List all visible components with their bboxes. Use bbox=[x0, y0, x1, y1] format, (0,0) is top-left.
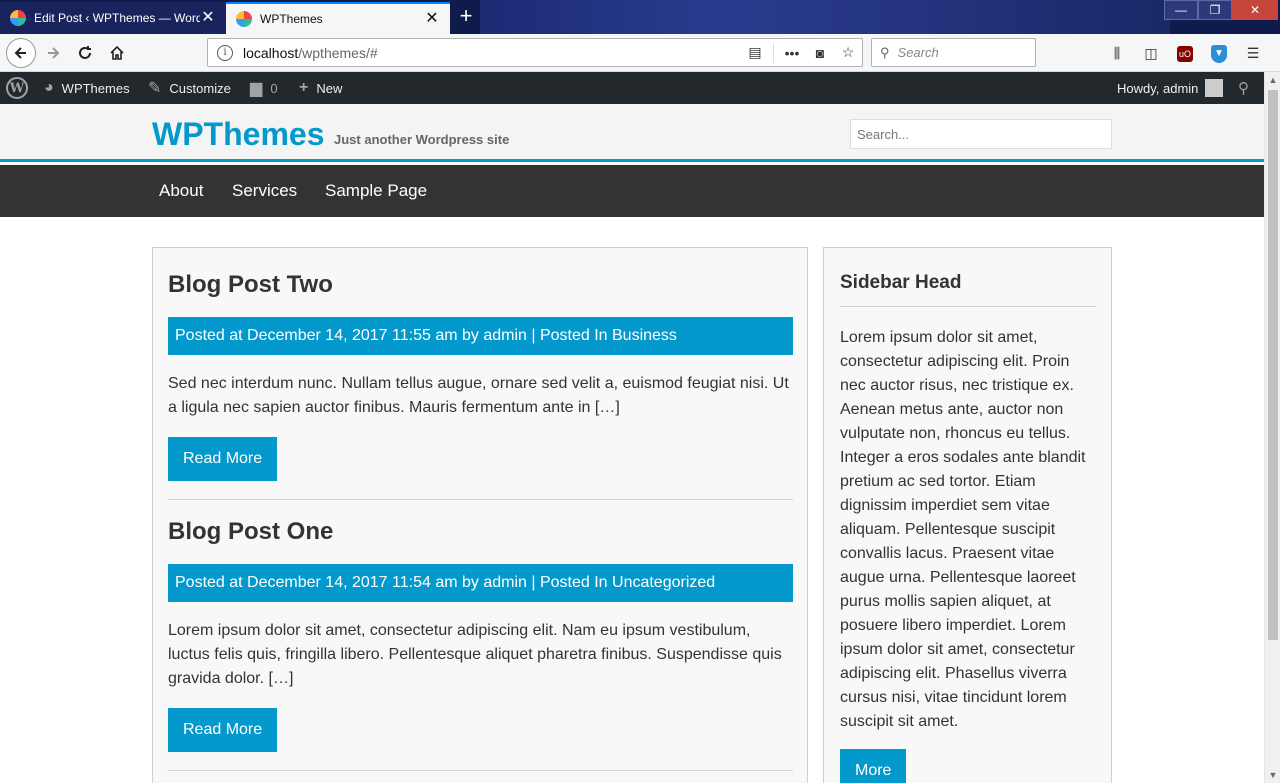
url-path: /wpthemes/# bbox=[298, 44, 378, 61]
admin-new-label: New bbox=[316, 80, 343, 96]
sidebar-toggle-icon[interactable]: ◫ bbox=[1134, 45, 1168, 62]
site-title[interactable]: WPThemes bbox=[152, 116, 324, 153]
post-meta: Posted at December 14, 2017 11:54 am by … bbox=[168, 564, 793, 602]
reload-button[interactable] bbox=[70, 38, 100, 68]
tab-wpthemes[interactable]: WPThemes ✕ bbox=[226, 2, 450, 34]
forward-arrow-icon bbox=[48, 47, 60, 59]
admin-customize-label: Customize bbox=[169, 80, 231, 96]
menu-icon[interactable]: ☰ bbox=[1236, 45, 1270, 62]
admin-search-icon[interactable]: ⚲ bbox=[1238, 72, 1249, 104]
post-card: Blog Post Two Posted at December 14, 201… bbox=[168, 270, 793, 481]
close-tab-icon[interactable]: ✕ bbox=[200, 10, 216, 26]
sidebar: Sidebar Head Lorem ipsum dolor sit amet,… bbox=[823, 247, 1112, 783]
site-favicon-icon bbox=[236, 11, 252, 27]
sidebar-text: Lorem ipsum dolor sit amet, consectetur … bbox=[840, 329, 1086, 730]
admin-site-name[interactable]: ◕ WPThemes bbox=[44, 72, 130, 104]
nav-item-sample-page[interactable]: Sample Page bbox=[325, 165, 427, 217]
sidebar-heading: Sidebar Head bbox=[840, 272, 962, 293]
forward-button[interactable] bbox=[38, 38, 68, 68]
site-header: WPThemes Just another Wordpress site bbox=[0, 104, 1264, 162]
nav-item-about[interactable]: About bbox=[159, 165, 203, 217]
back-button[interactable] bbox=[6, 38, 36, 68]
post-excerpt: Lorem ipsum dolor sit amet, consectetur … bbox=[168, 622, 782, 687]
post-meta: Posted at December 14, 2017 11:55 am by … bbox=[168, 317, 793, 355]
site-favicon-icon bbox=[10, 10, 26, 26]
reload-icon bbox=[79, 46, 91, 59]
site-search-input[interactable] bbox=[850, 119, 1112, 149]
comment-icon: ▆ bbox=[250, 80, 263, 97]
read-more-button[interactable]: Read More bbox=[168, 437, 278, 481]
scrollbar-thumb[interactable] bbox=[1268, 90, 1278, 640]
new-tab-button[interactable]: + bbox=[452, 4, 480, 30]
tab-edit-post[interactable]: Edit Post ‹ WPThemes — Word ✕ bbox=[0, 2, 226, 34]
back-arrow-icon bbox=[14, 47, 26, 59]
admin-new[interactable]: + New bbox=[299, 72, 342, 104]
brush-icon: ✎ bbox=[148, 80, 162, 97]
howdy-label: Howdy, admin bbox=[1117, 80, 1199, 96]
maximize-button[interactable]: ❐ bbox=[1198, 0, 1232, 20]
comments-count: 0 bbox=[270, 80, 278, 96]
browser-search-bar[interactable]: ⚲ Search bbox=[871, 38, 1036, 67]
post-title[interactable]: Blog Post One bbox=[168, 517, 793, 547]
scroll-up-icon[interactable]: ▲ bbox=[1265, 72, 1280, 88]
tab-title: Edit Post ‹ WPThemes — Word bbox=[34, 11, 200, 25]
reader-view-icon[interactable]: ▤ bbox=[741, 44, 769, 61]
browser-tab-bar: Edit Post ‹ WPThemes — Word ✕ WPThemes ✕… bbox=[0, 0, 1280, 34]
post-title[interactable]: Blog Post Two bbox=[168, 270, 793, 300]
tab-bar-background bbox=[480, 0, 1170, 34]
bookmark-star-icon[interactable]: ☆ bbox=[834, 44, 862, 61]
post-card: Blog Post One Posted at December 14, 201… bbox=[168, 517, 793, 752]
dashboard-icon: ◕ bbox=[44, 79, 54, 96]
search-icon: ⚲ bbox=[880, 44, 890, 60]
minimize-button[interactable]: — bbox=[1164, 0, 1198, 20]
page-scrollbar[interactable]: ▲ ▼ bbox=[1264, 72, 1280, 783]
library-icon[interactable]: ⫼ bbox=[1100, 45, 1134, 62]
ublock-icon[interactable]: uO bbox=[1168, 44, 1202, 62]
sidebar-more-button[interactable]: More bbox=[840, 749, 907, 783]
nav-item-services[interactable]: Services bbox=[232, 165, 297, 217]
post-divider bbox=[168, 499, 793, 500]
wp-admin-bar: W ◕ WPThemes ✎ Customize ▆ 0 + New Howdy… bbox=[0, 72, 1264, 104]
wordpress-logo-icon[interactable]: W bbox=[6, 77, 28, 99]
main-navigation: About Services Sample Page bbox=[0, 165, 1264, 217]
home-icon bbox=[110, 45, 124, 60]
window-close-button[interactable]: ✕ bbox=[1232, 0, 1278, 20]
plus-icon: + bbox=[299, 79, 309, 96]
tab-title: WPThemes bbox=[260, 12, 323, 26]
page-actions-icon[interactable]: ••• bbox=[778, 45, 806, 61]
pocket-icon[interactable]: ◙ bbox=[806, 45, 834, 61]
read-more-button[interactable]: Read More bbox=[168, 708, 278, 752]
window-controls: — ❐ ✕ bbox=[1164, 0, 1278, 20]
home-button[interactable] bbox=[102, 38, 132, 68]
shield-extension-icon[interactable]: ▼ bbox=[1202, 43, 1236, 63]
posts-container: Blog Post Two Posted at December 14, 201… bbox=[152, 247, 808, 783]
scroll-down-icon[interactable]: ▼ bbox=[1265, 767, 1280, 783]
post-divider bbox=[168, 770, 793, 771]
site-tagline: Just another Wordpress site bbox=[334, 132, 510, 147]
admin-customize[interactable]: ✎ Customize bbox=[148, 72, 231, 104]
info-icon[interactable]: i bbox=[217, 44, 233, 61]
admin-comments[interactable]: ▆ 0 bbox=[250, 72, 278, 104]
sidebar-divider bbox=[840, 306, 1096, 307]
search-placeholder: Search bbox=[897, 45, 939, 60]
admin-site-label: WPThemes bbox=[61, 80, 130, 96]
close-tab-icon[interactable]: ✕ bbox=[424, 11, 440, 27]
browser-toolbar: i localhost/wpthemes/# ▤ ••• ◙ ☆ ⚲ Searc… bbox=[0, 34, 1280, 72]
avatar bbox=[1205, 79, 1224, 97]
url-host: localhost bbox=[243, 44, 299, 61]
toolbar-icons: ⫼ ◫ uO ▼ ☰ bbox=[1100, 38, 1270, 68]
admin-account-menu[interactable]: Howdy, admin bbox=[1117, 72, 1224, 104]
post-excerpt: Sed nec interdum nunc. Nullam tellus aug… bbox=[168, 375, 789, 416]
url-bar[interactable]: i localhost/wpthemes/# ▤ ••• ◙ ☆ bbox=[207, 38, 863, 67]
